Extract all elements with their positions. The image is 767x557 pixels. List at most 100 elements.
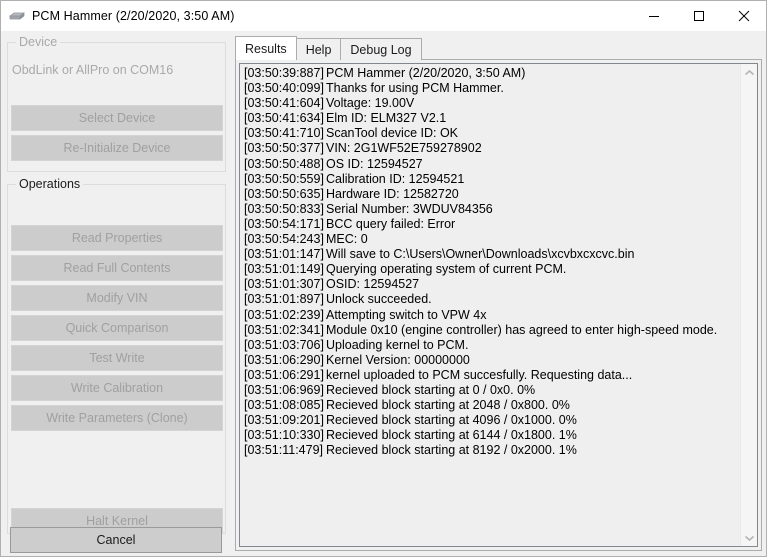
log-line: [03:51:02:341] Module 0x10 (engine contro… [244, 323, 740, 338]
log-timestamp: [03:50:50:559] [244, 171, 324, 186]
log-line: [03:50:41:634] Elm ID: ELM327 V2.1 [244, 111, 740, 126]
quick-comparison-button[interactable]: Quick Comparison [11, 315, 223, 341]
device-group: Device ObdLink or AllPro on COM16 Select… [7, 35, 226, 172]
log-timestamp: [03:51:06:290] [244, 352, 324, 367]
left-panel: Device ObdLink or AllPro on COM16 Select… [1, 31, 232, 556]
log-line: [03:51:01:149] Querying operating system … [244, 262, 740, 277]
log-line: [03:50:50:377] VIN: 2G1WF52E759278902 [244, 141, 740, 156]
tab-help[interactable]: Help [295, 38, 342, 60]
log-line: [03:51:08:085] Recieved block starting at… [244, 398, 740, 413]
log-message: Recieved block starting at 2048 / 0x800.… [326, 398, 570, 413]
read-properties-button[interactable]: Read Properties [11, 225, 223, 251]
write-parameters-clone-button[interactable]: Write Parameters (Clone) [11, 405, 223, 431]
results-log-textbox[interactable]: [03:50:39:887] PCM Hammer (2/20/2020, 3:5… [239, 63, 758, 547]
results-log-scrollbar[interactable] [740, 64, 757, 546]
maximize-button[interactable] [676, 1, 721, 31]
tab-debug-log[interactable]: Debug Log [340, 38, 422, 60]
close-button[interactable] [721, 1, 766, 31]
operations-group-label: Operations [16, 177, 84, 191]
log-message: BCC query failed: Error [326, 216, 456, 231]
minimize-button[interactable] [631, 1, 676, 31]
log-line: [03:50:41:710] ScanTool device ID: OK [244, 126, 740, 141]
log-message: Calibration ID: 12594521 [326, 171, 465, 186]
log-timestamp: [03:51:03:706] [244, 337, 324, 352]
log-timestamp: [03:51:08:085] [244, 398, 324, 413]
log-message: kernel uploaded to PCM succesfully. Requ… [326, 367, 633, 382]
app-window: PCM Hammer (2/20/2020, 3:50 AM) Device O… [0, 0, 767, 557]
log-timestamp: [03:50:50:833] [244, 201, 324, 216]
log-line: [03:50:50:833] Serial Number: 3WDUV84356 [244, 202, 740, 217]
log-message: Recieved block starting at 8192 / 0x2000… [326, 443, 577, 458]
log-line: [03:51:01:147] Will save to C:\Users\Owne… [244, 247, 740, 262]
log-line: [03:51:06:969] Recieved block starting at… [244, 383, 740, 398]
log-message: OS ID: 12594527 [326, 156, 423, 171]
operations-group: Operations Read Properties Read Full Con… [7, 177, 226, 534]
window-title: PCM Hammer (2/20/2020, 3:50 AM) [32, 9, 235, 23]
log-message: Unlock succeeded. [326, 292, 432, 307]
log-timestamp: [03:50:54:243] [244, 232, 324, 247]
log-timestamp: [03:51:02:239] [244, 307, 324, 322]
app-chip-icon [8, 8, 26, 24]
log-message: Querying operating system of current PCM… [326, 262, 567, 277]
log-line: [03:51:02:239] Attempting switch to VPW 4… [244, 308, 740, 323]
title-bar: PCM Hammer (2/20/2020, 3:50 AM) [1, 1, 766, 31]
device-group-label: Device [16, 35, 61, 49]
log-timestamp: [03:51:01:897] [244, 292, 324, 307]
log-line: [03:50:50:559] Calibration ID: 12594521 [244, 172, 740, 187]
modify-vin-button[interactable]: Modify VIN [11, 285, 223, 311]
log-timestamp: [03:50:41:604] [244, 96, 324, 111]
log-message: Kernel Version: 00000000 [326, 352, 470, 367]
read-full-contents-button[interactable]: Read Full Contents [11, 255, 223, 281]
tab-page-results: [03:50:39:887] PCM Hammer (2/20/2020, 3:5… [235, 59, 762, 551]
log-message: VIN: 2G1WF52E759278902 [326, 141, 482, 156]
log-message: Hardware ID: 12582720 [326, 186, 459, 201]
log-line: [03:51:06:291] kernel uploaded to PCM suc… [244, 368, 740, 383]
log-timestamp: [03:50:39:887] [244, 66, 324, 80]
log-line: [03:50:50:635] Hardware ID: 12582720 [244, 187, 740, 202]
chevron-down-icon[interactable] [741, 529, 757, 546]
log-line: [03:50:41:604] Voltage: 19.00V [244, 96, 740, 111]
log-timestamp: [03:50:50:377] [244, 141, 324, 156]
log-line: [03:50:40:099] Thanks for using PCM Hamme… [244, 81, 740, 96]
device-status-text: ObdLink or AllPro on COM16 [12, 63, 174, 77]
log-timestamp: [03:51:01:307] [244, 277, 324, 292]
log-timestamp: [03:50:41:710] [244, 126, 324, 141]
log-line: [03:51:10:330] Recieved block starting at… [244, 428, 740, 443]
test-write-button[interactable]: Test Write [11, 345, 223, 371]
select-device-button[interactable]: Select Device [11, 105, 223, 131]
log-timestamp: [03:51:06:291] [244, 367, 324, 382]
cancel-button[interactable]: Cancel [10, 527, 222, 553]
log-timestamp: [03:50:40:099] [244, 81, 324, 96]
log-line: [03:51:01:897] Unlock succeeded. [244, 292, 740, 307]
log-message: PCM Hammer (2/20/2020, 3:50 AM) [326, 66, 526, 80]
log-timestamp: [03:50:50:635] [244, 186, 324, 201]
chevron-up-icon[interactable] [741, 64, 757, 81]
log-line: [03:50:54:171] BCC query failed: Error [244, 217, 740, 232]
log-message: Module 0x10 (engine controller) has agre… [326, 322, 718, 337]
log-line: [03:51:09:201] Recieved block starting at… [244, 413, 740, 428]
log-line: [03:51:01:307] OSID: 12594527 [244, 277, 740, 292]
log-message: Voltage: 19.00V [326, 96, 415, 111]
results-log-content: [03:50:39:887] PCM Hammer (2/20/2020, 3:5… [240, 64, 740, 546]
log-timestamp: [03:51:01:149] [244, 262, 324, 277]
re-initialize-device-button[interactable]: Re-Initialize Device [11, 135, 223, 161]
log-timestamp: [03:50:50:488] [244, 156, 324, 171]
window-controls [631, 1, 766, 31]
log-timestamp: [03:51:10:330] [244, 428, 324, 443]
log-message: ScanTool device ID: OK [326, 126, 459, 141]
log-message: Recieved block starting at 6144 / 0x1800… [326, 428, 577, 443]
log-message: MEC: 0 [326, 232, 368, 247]
log-timestamp: [03:51:09:201] [244, 413, 324, 428]
log-timestamp: [03:50:41:634] [244, 111, 324, 126]
log-line: [03:50:39:887] PCM Hammer (2/20/2020, 3:5… [244, 66, 740, 81]
tab-results[interactable]: Results [235, 36, 297, 60]
write-calibration-button[interactable]: Write Calibration [11, 375, 223, 401]
log-timestamp: [03:51:11:479] [244, 443, 324, 458]
log-line: [03:50:54:243] MEC: 0 [244, 232, 740, 247]
tab-strip: Results Help Debug Log [235, 36, 422, 60]
log-timestamp: [03:51:02:341] [244, 322, 324, 337]
right-panel: Results Help Debug Log [03:50:39:887] PCM… [232, 31, 766, 556]
log-timestamp: [03:50:54:171] [244, 216, 324, 231]
log-message: OSID: 12594527 [326, 277, 420, 292]
log-message: Recieved block starting at 0 / 0x0. 0% [326, 382, 536, 397]
